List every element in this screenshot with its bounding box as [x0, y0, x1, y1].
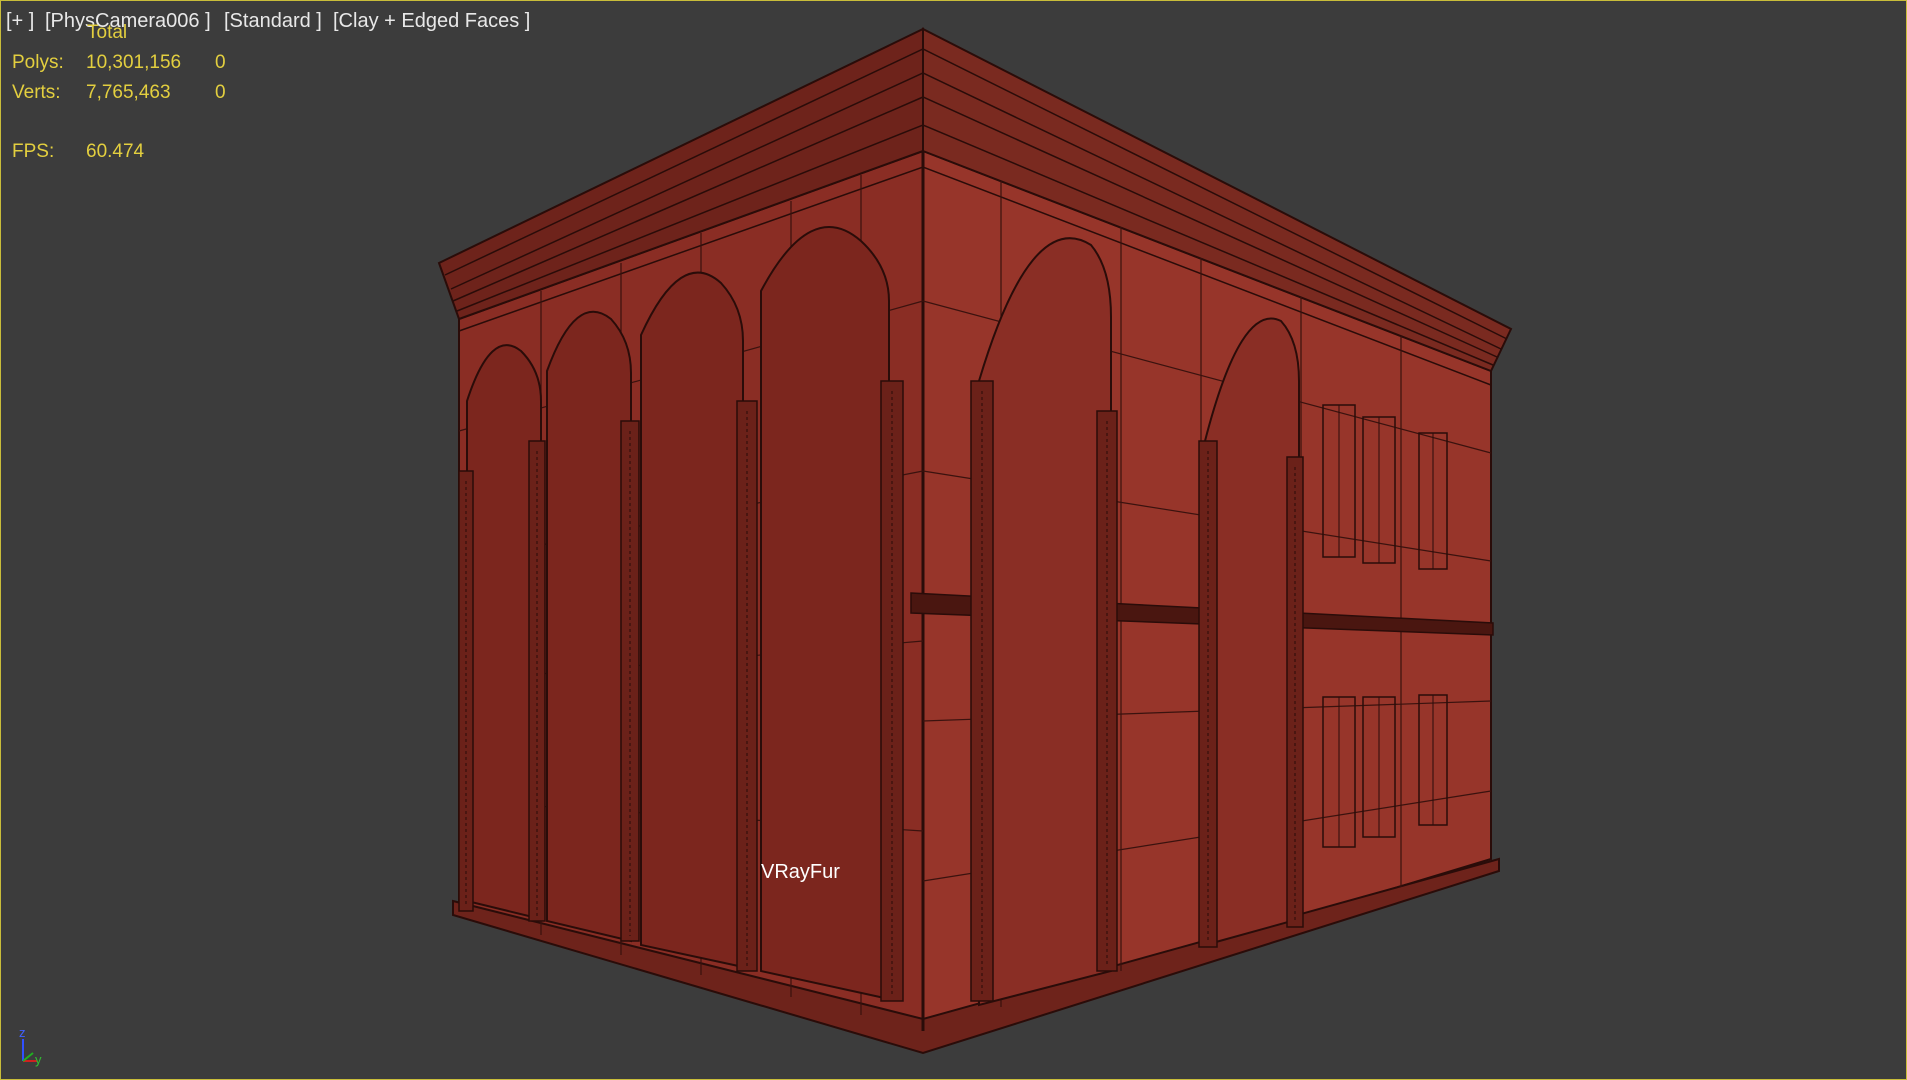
viewport[interactable]: [+ ] [PhysCamera006 ] [Standard ] [Clay …: [0, 0, 1907, 1080]
building-model[interactable]: [1, 1, 1906, 1079]
axis-y-label: y: [35, 1052, 42, 1067]
display-mode-menu[interactable]: [Clay + Edged Faces ]: [333, 10, 530, 33]
axis-tripod-icon: z y: [19, 1025, 42, 1067]
object-label-vrayfur: VRayFur: [761, 861, 840, 883]
camera-menu[interactable]: [PhysCamera006 ]: [45, 10, 211, 33]
polys-value: 10,301,156: [86, 52, 182, 73]
verts-selected: 0: [215, 82, 226, 103]
verts-label: Verts:: [12, 82, 61, 103]
axis-z-label: z: [19, 1025, 26, 1040]
fps-value: 60.474: [86, 141, 145, 162]
shading-menu[interactable]: [Standard ]: [224, 10, 322, 33]
verts-value: 7,765,463: [86, 82, 171, 103]
polys-selected: 0: [215, 52, 226, 73]
viewport-plus-menu[interactable]: [+ ]: [6, 10, 34, 33]
stats-total-header: Total: [87, 22, 128, 43]
polys-label: Polys:: [12, 52, 64, 73]
fps-label: FPS:: [12, 141, 55, 162]
